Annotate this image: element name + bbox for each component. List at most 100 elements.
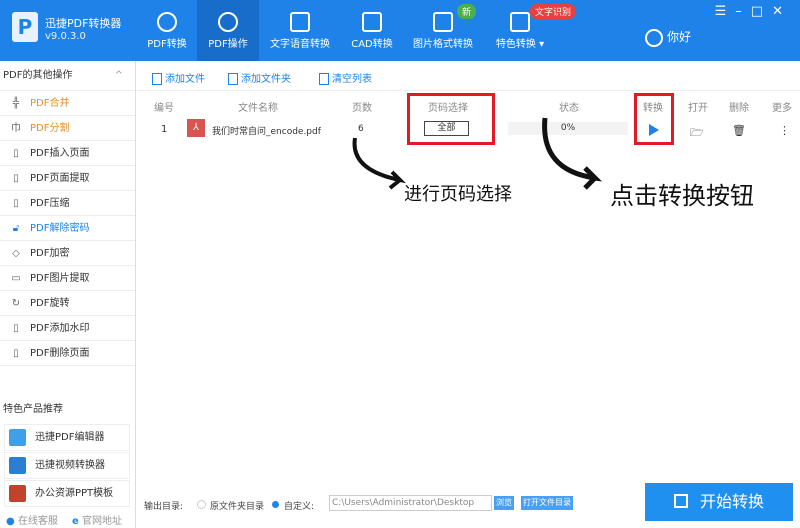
sidebar-item-image-extract[interactable]: ▭ PDF图片提取 <box>0 266 135 291</box>
sidebar-item-unlock[interactable]: 🔓︎ PDF解除密码 <box>0 216 135 241</box>
voice-icon <box>290 12 310 32</box>
user-menu[interactable]: 你好 <box>645 28 691 47</box>
product-label: 办公资源PPT模板 <box>35 488 114 499</box>
open-folder-icon[interactable]: 🗁︎ <box>690 124 704 143</box>
start-convert-button[interactable]: 开始转换 <box>645 483 793 521</box>
item-label: PDF解除密码 <box>30 223 90 234</box>
shield-icon: ◇ <box>12 248 20 259</box>
output-label: 输出目录: <box>144 502 184 512</box>
special-icon <box>510 12 530 32</box>
open-folder-button[interactable]: 打开文件目录 <box>521 496 573 510</box>
sidebar-item-extract[interactable]: ▯ PDF页面提取 <box>0 166 135 191</box>
product-ppt-template[interactable]: 办公资源PPT模板 <box>4 480 130 507</box>
link-label: 在线客服 <box>17 516 58 527</box>
item-label: PDF添加水印 <box>30 323 90 334</box>
watermark-icon: ▯ <box>13 323 19 334</box>
user-name: 你好 <box>667 30 692 44</box>
sidebar-item-compress[interactable]: ▯ PDF压缩 <box>0 191 135 216</box>
sidebar-item-rotate[interactable]: ↻ PDF旋转 <box>0 291 135 316</box>
tab-voice[interactable]: 文字语音转换 <box>265 0 335 61</box>
unlock-icon: 🔓︎ <box>12 223 20 234</box>
col-name: 文件名称 <box>238 103 278 114</box>
item-label: PDF压缩 <box>30 198 70 209</box>
product-pdf-editor[interactable]: 迅捷PDF编辑器 <box>4 424 130 451</box>
add-folder-button[interactable]: 添加文件夹 <box>228 70 291 85</box>
col-more: 更多 <box>772 103 792 114</box>
window-controls[interactable]: ☰–□✕ <box>715 4 792 19</box>
sidebar-item-merge[interactable]: ╬ PDF合并 <box>0 91 135 116</box>
pdf-file-icon: ⅄ <box>187 119 205 137</box>
app-logo: P <box>12 12 38 42</box>
product-label: 迅捷视频转换器 <box>35 460 105 471</box>
item-label: PDF页面提取 <box>30 173 90 184</box>
online-service-link[interactable]: ● 在线客服 <box>6 512 58 527</box>
sidebar-item-split[interactable]: 巾 PDF分割 <box>0 116 135 141</box>
arrow-range <box>352 137 407 190</box>
sidebar-item-delete-page[interactable]: ▯ PDF删除页面 <box>0 341 135 366</box>
sidebar-header[interactable]: PDF的其他操作 ^ <box>0 61 135 91</box>
item-label: PDF插入页面 <box>30 148 90 159</box>
delete-icon[interactable]: 🗑︎ <box>732 124 746 137</box>
product-video-converter[interactable]: 迅捷视频转换器 <box>4 452 130 479</box>
service-icon: ● <box>6 516 15 527</box>
sidebar-item-encrypt[interactable]: ◇ PDF加密 <box>0 241 135 266</box>
sidebar-title: PDF的其他操作 <box>3 70 73 81</box>
pdf-convert-icon <box>157 12 177 32</box>
radio-custom[interactable] <box>272 501 279 508</box>
item-label: PDF加密 <box>30 248 70 259</box>
pdf-operate-icon <box>218 12 238 32</box>
app-name: 迅捷PDF转换器 <box>45 17 122 30</box>
button-label: 清空列表 <box>332 74 372 85</box>
merge-icon: ╬ <box>12 98 20 109</box>
button-label: 添加文件 <box>165 74 205 85</box>
insert-page-icon: ▯ <box>13 148 19 159</box>
clear-list-button[interactable]: 清空列表 <box>319 70 372 85</box>
tab-label: CAD转换 <box>351 39 393 50</box>
tab-pdf-operate[interactable]: PDF操作 <box>197 0 259 61</box>
add-file-button[interactable]: 添加文件 <box>152 70 205 85</box>
row-no: 1 <box>161 124 168 135</box>
website-link[interactable]: e 官网地址 <box>72 512 122 527</box>
header: P 迅捷PDF转换器 v9.0.3.0 PDF转换 PDF操作 文字语音转换 C… <box>0 0 800 61</box>
item-label: PDF旋转 <box>30 298 70 309</box>
tab-label: PDF转换 <box>147 39 187 50</box>
tab-cad[interactable]: CAD转换 <box>345 0 399 61</box>
play-icon <box>673 493 688 508</box>
tab-label: 文字语音转换 <box>270 39 330 50</box>
button-label: 开始转换 <box>699 492 764 511</box>
col-open: 打开 <box>688 103 708 114</box>
ppt-icon <box>9 485 26 502</box>
tab-pdf-convert[interactable]: PDF转换 <box>137 0 197 61</box>
ie-icon: e <box>72 516 79 527</box>
col-delete: 删除 <box>729 103 749 114</box>
sidebar-item-watermark[interactable]: ▯ PDF添加水印 <box>0 316 135 341</box>
delete-page-icon: ▯ <box>13 348 19 359</box>
button-label: 添加文件夹 <box>241 74 291 85</box>
browse-button[interactable]: 浏览 <box>494 496 514 510</box>
app-version: v9.0.3.0 <box>45 31 86 42</box>
add-folder-icon <box>228 73 238 85</box>
extract-page-icon: ▯ <box>13 173 19 184</box>
annotation-convert: 点击转换按钮 <box>610 182 754 210</box>
arrow-convert <box>542 117 603 190</box>
output-path-input[interactable]: C:\Users\Administrator\Desktop <box>329 495 492 511</box>
radio-source-folder[interactable] <box>197 500 206 509</box>
cad-icon <box>362 12 382 32</box>
product-label: 迅捷PDF编辑器 <box>35 432 105 443</box>
link-label: 官网地址 <box>81 516 122 527</box>
trash-icon <box>319 73 329 85</box>
video-converter-icon <box>9 457 26 474</box>
col-no: 编号 <box>154 103 174 114</box>
tab-label: PDF操作 <box>208 39 248 50</box>
user-icon <box>645 28 663 47</box>
new-badge: 新 <box>457 4 477 19</box>
pdf-editor-icon <box>9 429 26 446</box>
ocr-badge: 文字识别 <box>530 4 577 19</box>
tab-label: 图片格式转换 <box>413 39 473 50</box>
sidebar-item-insert[interactable]: ▯ PDF插入页面 <box>0 141 135 166</box>
add-file-icon <box>152 73 162 85</box>
collapse-icon[interactable]: ^ <box>115 61 123 91</box>
more-icon[interactable]: ⋮ <box>779 124 790 137</box>
item-label: PDF图片提取 <box>30 273 90 284</box>
annotation-range: 进行页码选择 <box>404 184 512 205</box>
